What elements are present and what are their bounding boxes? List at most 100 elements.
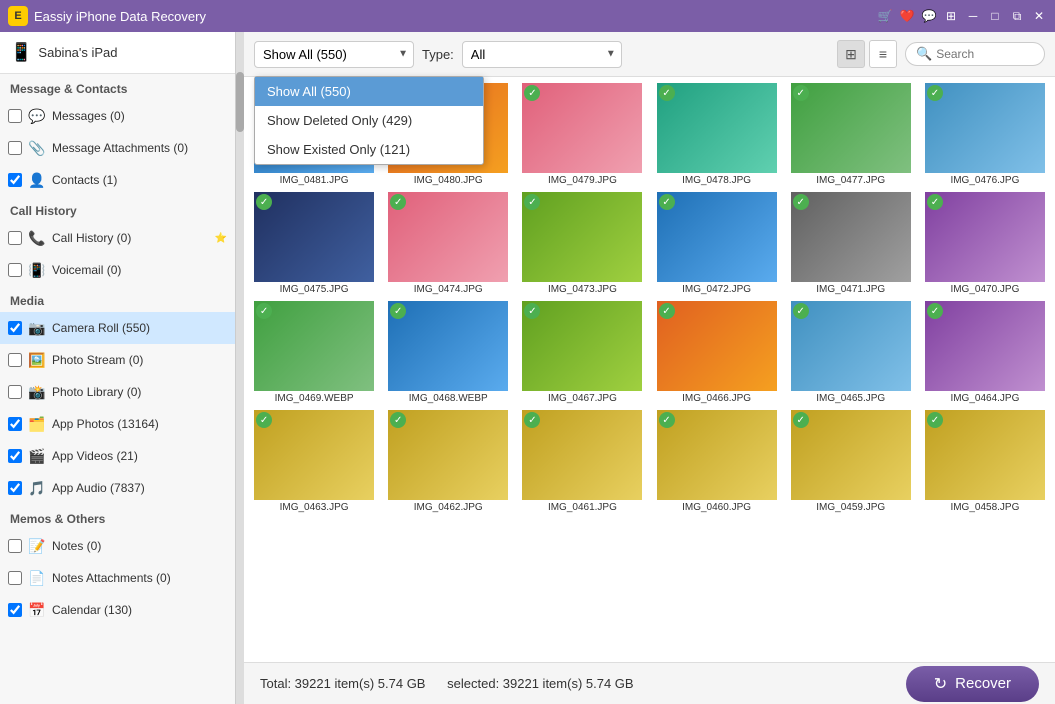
- grid-view-button[interactable]: ⊞: [837, 40, 865, 68]
- messages-label: Messages (0): [52, 109, 227, 123]
- photo-check-17: ✓: [927, 303, 943, 319]
- photo-label-10: IMG_0471.JPG: [791, 284, 911, 295]
- sidebar-item-voicemail[interactable]: 📳 Voicemail (0): [0, 254, 235, 286]
- photo-thumb-5: ✓: [925, 83, 1045, 173]
- photo-cell-22[interactable]: ✓IMG_0459.JPG: [785, 408, 917, 515]
- photo-cell-6[interactable]: ✓IMG_0475.JPG: [248, 190, 380, 297]
- sidebar-item-photo-library[interactable]: 📸 Photo Library (0): [0, 376, 235, 408]
- photo-cell-21[interactable]: ✓IMG_0460.JPG: [651, 408, 783, 515]
- photo-cell-15[interactable]: ✓IMG_0466.JPG: [651, 299, 783, 406]
- photo-cell-10[interactable]: ✓ IMG_0471.JPG: [785, 190, 917, 297]
- type-dropdown[interactable]: All: [462, 41, 622, 68]
- photo-check-5: ✓: [927, 85, 943, 101]
- photo-check-9: ✓: [659, 194, 675, 210]
- maximize-button[interactable]: □: [987, 8, 1003, 24]
- photo-check-8: ✓: [524, 194, 540, 210]
- photo-cell-4[interactable]: ✓IMG_0477.JPG: [785, 81, 917, 188]
- photo-thumb-10: ✓: [791, 192, 911, 282]
- photo-thumb-4: ✓: [791, 83, 911, 173]
- messages-checkbox[interactable]: [8, 109, 22, 123]
- contacts-checkbox[interactable]: [8, 173, 22, 187]
- voicemail-checkbox[interactable]: [8, 263, 22, 277]
- sidebar-scrollbar[interactable]: [235, 32, 243, 704]
- notes-checkbox[interactable]: [8, 539, 22, 553]
- sidebar-item-notes[interactable]: 📝 Notes (0): [0, 530, 235, 562]
- photo-cell-17[interactable]: ✓IMG_0464.JPG: [919, 299, 1051, 406]
- filter-dropdown[interactable]: Show All (550) Show Deleted Only (429) S…: [254, 41, 414, 68]
- toolbar-icon-1[interactable]: 🛒: [877, 8, 893, 24]
- photo-cell-3[interactable]: ✓IMG_0478.JPG: [651, 81, 783, 188]
- search-input[interactable]: [936, 47, 1034, 61]
- list-view-button[interactable]: ≡: [869, 40, 897, 68]
- restore-button[interactable]: ⧉: [1009, 8, 1025, 24]
- photo-cell-18[interactable]: ✓IMG_0463.JPG: [248, 408, 380, 515]
- sidebar-scroll-thumb[interactable]: [236, 72, 244, 132]
- dropdown-option-show-all[interactable]: Show All (550): [255, 77, 483, 106]
- message-attachments-checkbox[interactable]: [8, 141, 22, 155]
- camera-roll-checkbox[interactable]: [8, 321, 22, 335]
- photo-cell-8[interactable]: ✓IMG_0473.JPG: [516, 190, 648, 297]
- close-button[interactable]: ✕: [1031, 8, 1047, 24]
- photo-stream-checkbox[interactable]: [8, 353, 22, 367]
- call-history-label: Call History (0): [52, 231, 215, 245]
- sidebar-item-call-history[interactable]: 📞 Call History (0) ⭐: [0, 222, 235, 254]
- toolbar-icon-4[interactable]: ⊞: [943, 8, 959, 24]
- sidebar-item-app-videos[interactable]: 🎬 App Videos (21): [0, 440, 235, 472]
- photo-check-7: ✓: [390, 194, 406, 210]
- photo-cell-2[interactable]: ✓IMG_0479.JPG: [516, 81, 648, 188]
- sidebar-item-calendar[interactable]: 📅 Calendar (130): [0, 594, 235, 626]
- call-history-icon: 📞: [26, 227, 48, 249]
- app-videos-checkbox[interactable]: [8, 449, 22, 463]
- filter-dropdown-overlay[interactable]: Show All (550) Show Deleted Only (429) S…: [254, 76, 484, 165]
- app-audio-checkbox[interactable]: [8, 481, 22, 495]
- photo-thumb-17: ✓: [925, 301, 1045, 391]
- notes-attachments-label: Notes Attachments (0): [52, 571, 227, 585]
- type-select-wrapper: All ▼: [462, 41, 622, 68]
- photo-thumb-19: ✓: [388, 410, 508, 500]
- dropdown-option-show-existed[interactable]: Show Existed Only (121): [255, 135, 483, 164]
- sidebar-item-app-audio[interactable]: 🎵 App Audio (7837): [0, 472, 235, 504]
- photo-label-5: IMG_0476.JPG: [925, 175, 1045, 186]
- photo-cell-19[interactable]: ✓IMG_0462.JPG: [382, 408, 514, 515]
- recover-button[interactable]: ↻ Recover: [906, 666, 1039, 702]
- photo-cell-11[interactable]: ✓IMG_0470.JPG: [919, 190, 1051, 297]
- photo-cell-9[interactable]: ✓IMG_0472.JPG: [651, 190, 783, 297]
- dropdown-option-show-deleted[interactable]: Show Deleted Only (429): [255, 106, 483, 135]
- photo-cell-5[interactable]: ✓ IMG_0476.JPG: [919, 81, 1051, 188]
- titlebar: E Eassiy iPhone Data Recovery 🛒 ❤️ 💬 ⊞ ─…: [0, 0, 1055, 32]
- notes-attachments-icon: 📄: [26, 567, 48, 589]
- photo-cell-16[interactable]: ✓IMG_0465.JPG: [785, 299, 917, 406]
- toolbar-icon-3[interactable]: 💬: [921, 8, 937, 24]
- photo-cell-14[interactable]: ✓IMG_0467.JPG: [516, 299, 648, 406]
- notes-attachments-checkbox[interactable]: [8, 571, 22, 585]
- sidebar-item-photo-stream[interactable]: 🖼️ Photo Stream (0): [0, 344, 235, 376]
- photo-cell-12[interactable]: ✓IMG_0469.WEBP: [248, 299, 380, 406]
- app-videos-icon: 🎬: [26, 445, 48, 467]
- photo-label-2: IMG_0479.JPG: [522, 175, 642, 186]
- sidebar-item-message-attachments[interactable]: 📎 Message Attachments (0): [0, 132, 235, 164]
- status-total-text: Total: 39221 item(s) 5.74 GB: [260, 676, 425, 691]
- photo-cell-20[interactable]: ✓IMG_0461.JPG: [516, 408, 648, 515]
- photo-check-23: ✓: [927, 412, 943, 428]
- app-icon: E: [8, 6, 28, 26]
- photo-library-checkbox[interactable]: [8, 385, 22, 399]
- toolbar-icon-2[interactable]: ❤️: [899, 8, 915, 24]
- search-box[interactable]: 🔍: [905, 42, 1045, 66]
- photo-label-6: IMG_0475.JPG: [254, 284, 374, 295]
- photo-cell-7[interactable]: ✓IMG_0474.JPG: [382, 190, 514, 297]
- sidebar-item-app-photos[interactable]: 🗂️ App Photos (13164): [0, 408, 235, 440]
- photo-cell-23[interactable]: ✓IMG_0458.JPG: [919, 408, 1051, 515]
- sidebar-item-contacts[interactable]: 👤 Contacts (1): [0, 164, 235, 196]
- sidebar-item-camera-roll[interactable]: 📷 Camera Roll (550): [0, 312, 235, 344]
- call-history-checkbox[interactable]: [8, 231, 22, 245]
- minimize-button[interactable]: ─: [965, 8, 981, 24]
- app-photos-checkbox[interactable]: [8, 417, 22, 431]
- calendar-checkbox[interactable]: [8, 603, 22, 617]
- status-total: Total: 39221 item(s) 5.74 GB selected: 3…: [260, 676, 634, 691]
- device-item[interactable]: 📱 Sabina's iPad: [0, 32, 235, 74]
- toolbar: Show All (550) Show Deleted Only (429) S…: [244, 32, 1055, 77]
- sidebar-item-notes-attachments[interactable]: 📄 Notes Attachments (0): [0, 562, 235, 594]
- sidebar-item-messages[interactable]: 💬 Messages (0): [0, 100, 235, 132]
- photo-cell-13[interactable]: ✓IMG_0468.WEBP: [382, 299, 514, 406]
- window-controls: 🛒 ❤️ 💬 ⊞ ─ □ ⧉ ✕: [877, 8, 1047, 24]
